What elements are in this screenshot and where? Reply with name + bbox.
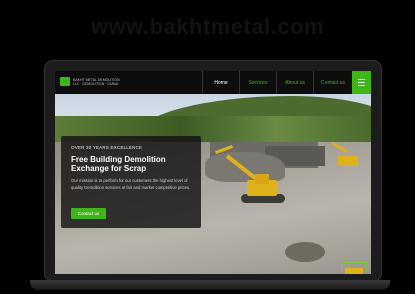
site-logo[interactable]: BAKHT METAL DEMOLITION LLC · DEMOLITION … [60,77,120,86]
hero-title: Free Building Demolition Exchange for Sc… [71,155,166,173]
nav-services[interactable]: Services [239,71,276,94]
laptop-base [30,280,390,290]
contact-us-button[interactable]: Contact us [71,208,106,219]
ground-patch [285,242,325,262]
excavator-cab [255,174,269,184]
nav-contact[interactable]: Contact us [313,71,352,94]
hamburger-icon [358,79,365,86]
hamburger-menu-button[interactable] [352,71,371,94]
hero-card: OVER 30 YEARS EXCELLENCE Free Building D… [61,136,201,228]
nav-menu: Home Services About us Contact us [202,71,371,94]
top-navbar: BAKHT METAL DEMOLITION LLC · DEMOLITION … [55,71,371,95]
hero-section: OVER 30 YEARS EXCELLENCE Free Building D… [55,94,371,274]
website-screen: BAKHT METAL DEMOLITION LLC · DEMOLITION … [55,71,371,274]
logo-text: BAKHT METAL DEMOLITION LLC · DEMOLITION … [73,78,120,86]
second-excavator [338,156,358,166]
logo-icon [60,77,70,86]
watermark-text: www.bakhtmetal.com [90,14,325,39]
hero-kicker: OVER 30 YEARS EXCELLENCE [71,145,143,150]
nav-about[interactable]: About us [276,71,313,94]
yellow-machinery [345,268,363,274]
logo-line-2: LLC · DEMOLITION · DUBAI [73,81,119,86]
nav-home[interactable]: Home [202,71,239,94]
hero-description: Our mission is to perform for our custom… [71,178,191,190]
